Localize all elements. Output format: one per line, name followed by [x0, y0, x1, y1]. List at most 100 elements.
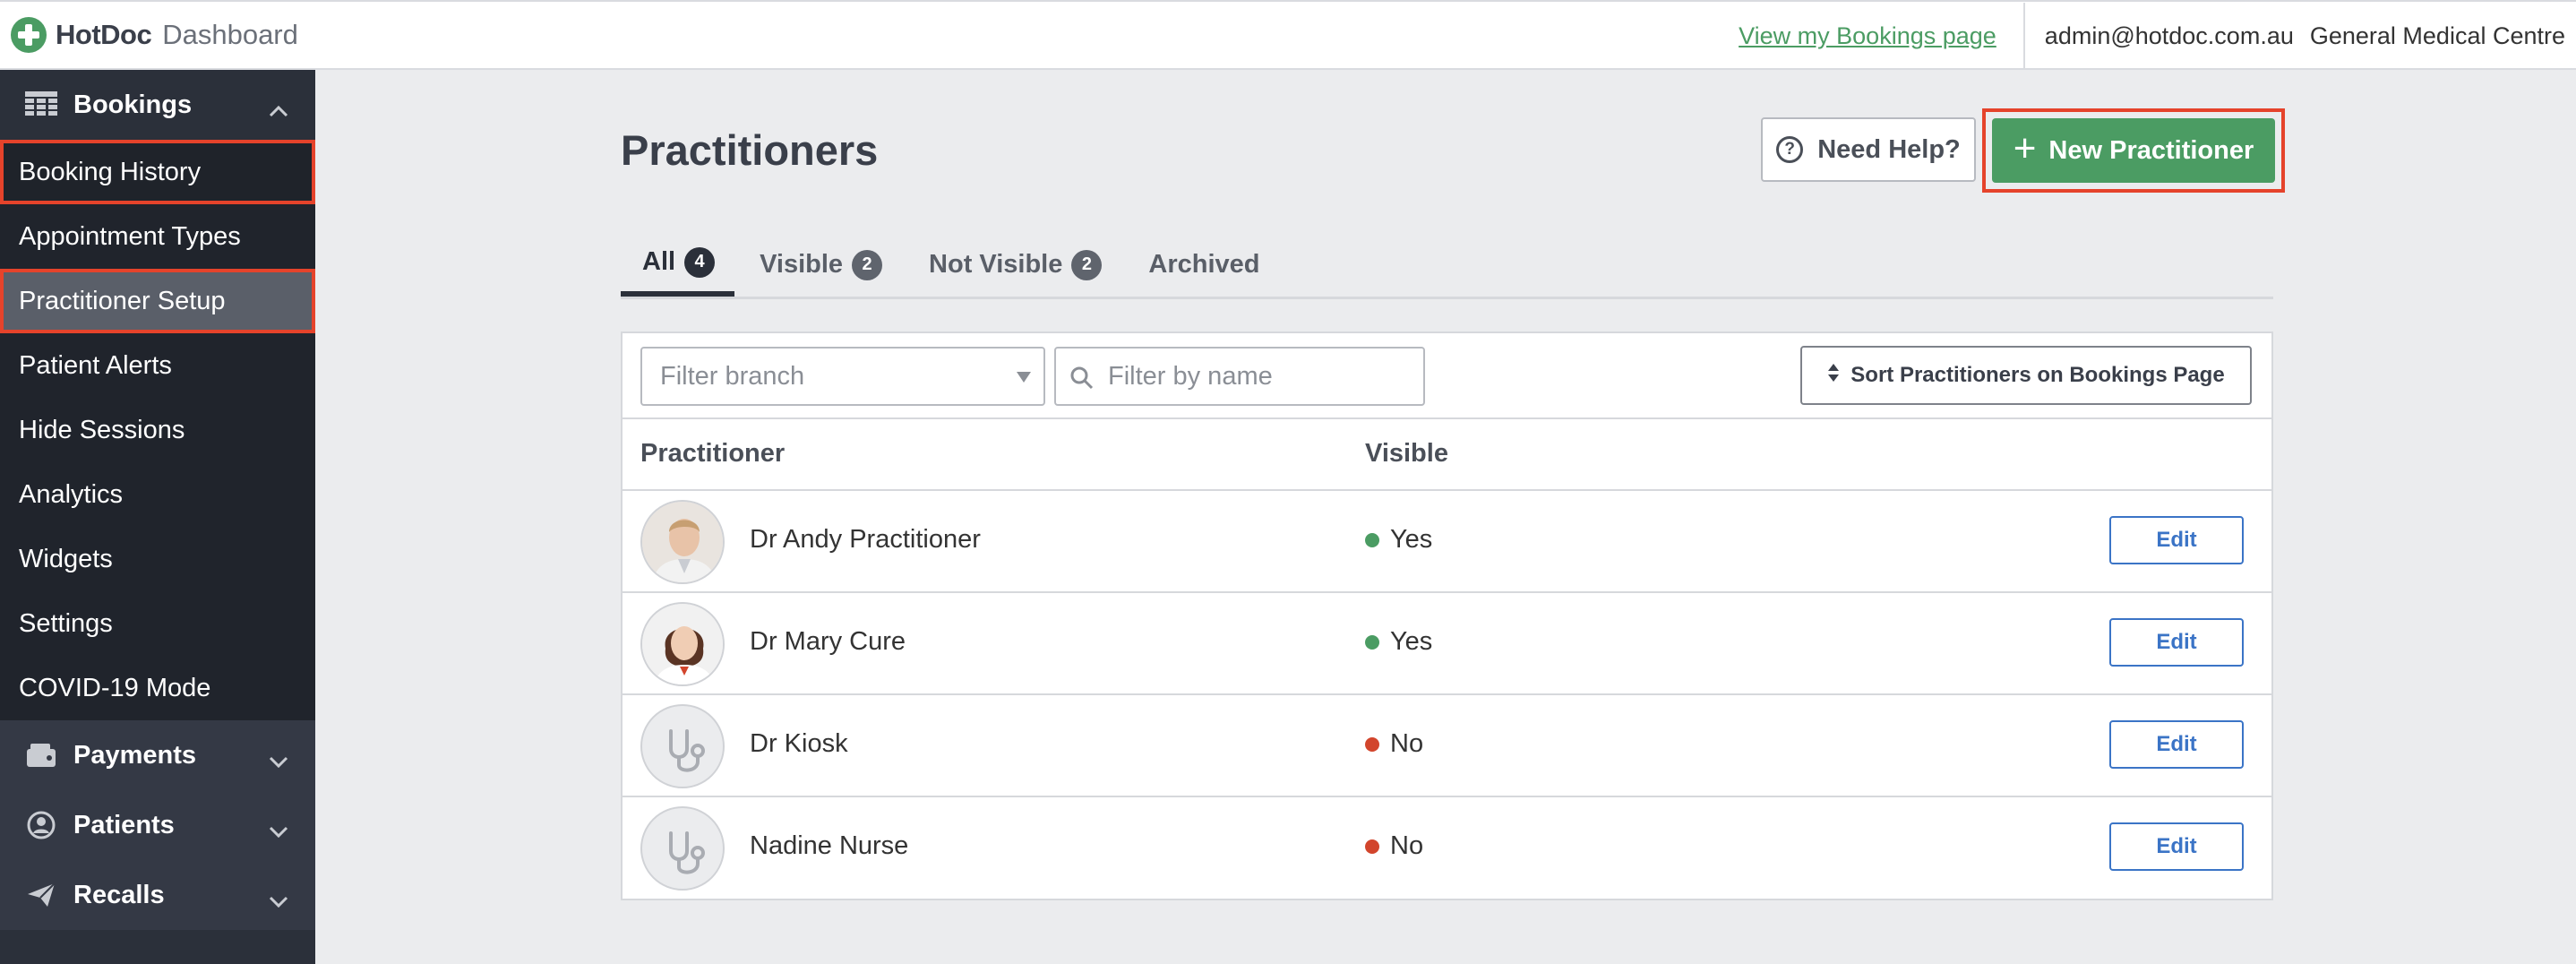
visibility-text: Yes: [1390, 627, 1433, 656]
sidebar-item-label: COVID-19 Mode: [19, 673, 211, 702]
name-filter-placeholder: Filter by name: [1108, 361, 1273, 391]
column-header-visible: Visible: [1365, 439, 1448, 468]
visibility-status: Yes: [1365, 525, 1432, 555]
practitioner-name[interactable]: Dr Andy Practitioner: [750, 525, 981, 555]
sidebar-group-label: Payments: [73, 740, 197, 770]
count-badge: 4: [684, 246, 716, 278]
count-badge: 2: [852, 249, 883, 280]
sidebar-item-covid-mode[interactable]: COVID-19 Mode: [0, 656, 315, 720]
sidebar-item-label: Hide Sessions: [19, 415, 185, 444]
view-bookings-link[interactable]: View my Bookings page: [1739, 22, 1996, 50]
wallet-icon: [23, 740, 59, 770]
visibility-text: No: [1390, 831, 1424, 860]
bookings-submenu: Booking History Appointment Types Practi…: [0, 140, 315, 720]
need-help-button[interactable]: ? Need Help?: [1761, 117, 1976, 182]
sort-button-label: Sort Practitioners on Bookings Page: [1850, 363, 2225, 387]
branch-filter-select[interactable]: Filter branch: [640, 347, 1045, 406]
visibility-text: No: [1390, 729, 1424, 758]
status-dot-red: [1365, 736, 1379, 752]
search-icon: [1070, 366, 1094, 397]
tab-not-visible[interactable]: Not Visible 2: [907, 233, 1123, 297]
tab-all[interactable]: All 4: [621, 233, 735, 297]
practitioner-name[interactable]: Dr Kiosk: [750, 729, 848, 759]
visibility-status: No: [1365, 831, 1423, 861]
sidebar-item-appointment-types[interactable]: Appointment Types: [0, 204, 315, 269]
need-help-label: Need Help?: [1817, 134, 1961, 164]
sidebar-group-payments[interactable]: Payments: [0, 720, 315, 790]
sort-practitioners-button[interactable]: Sort Practitioners on Bookings Page: [1800, 346, 2252, 405]
stethoscope-icon: [640, 806, 725, 891]
tab-label: Archived: [1148, 250, 1260, 279]
sidebar-item-label: Widgets: [19, 544, 113, 573]
table-row: Dr Kiosk No Edit: [623, 695, 2271, 797]
status-dot-green: [1365, 634, 1379, 650]
sidebar-group-bookings[interactable]: Bookings: [0, 70, 315, 140]
practitioner-name[interactable]: Nadine Nurse: [750, 831, 908, 861]
sidebar-item-analytics[interactable]: Analytics: [0, 462, 315, 527]
caret-down-icon: [1017, 372, 1031, 383]
sidebar-item-widgets[interactable]: Widgets: [0, 527, 315, 591]
divider: [2022, 3, 2025, 69]
visibility-text: Yes: [1390, 525, 1433, 554]
sidebar-item-practitioner-setup[interactable]: Practitioner Setup: [0, 269, 315, 333]
new-practitioner-button[interactable]: + New Practitioner: [1992, 118, 2275, 183]
practitioner-name[interactable]: Dr Mary Cure: [750, 627, 906, 657]
chevron-down-icon: [269, 815, 288, 845]
branch-filter-placeholder: Filter branch: [660, 361, 805, 391]
clinic-name[interactable]: General Medical Centre: [2310, 22, 2565, 50]
chevron-down-icon: [269, 885, 288, 915]
new-practitioner-highlight: + New Practitioner: [1982, 108, 2285, 193]
sidebar-group-label: Patients: [73, 810, 175, 839]
table-header: Practitioner Visible: [623, 419, 2271, 491]
chevron-down-icon: [269, 745, 288, 775]
chevron-up-icon: [269, 95, 288, 125]
sidebar-item-label: Booking History: [19, 157, 202, 186]
user-email[interactable]: admin@hotdoc.com.au: [2045, 22, 2294, 50]
avatar-female-photo: [640, 602, 725, 686]
tab-archived[interactable]: Archived: [1127, 233, 1281, 297]
sidebar-group-patients[interactable]: Patients: [0, 790, 315, 860]
question-icon: ?: [1776, 136, 1804, 163]
sidebar-group-label: Recalls: [73, 880, 165, 909]
visibility-status: No: [1365, 729, 1423, 759]
sidebar-item-booking-history[interactable]: Booking History: [0, 140, 315, 204]
status-dot-red: [1365, 839, 1379, 854]
edit-button[interactable]: Edit: [2109, 720, 2244, 769]
sidebar-item-label: Practitioner Setup: [19, 286, 226, 315]
sidebar-item-label: Patient Alerts: [19, 350, 172, 380]
tab-label: All: [642, 247, 676, 276]
sidebar-item-patient-alerts[interactable]: Patient Alerts: [0, 333, 315, 398]
new-practitioner-label: New Practitioner: [2048, 135, 2254, 165]
sidebar-group-label: Bookings: [73, 90, 193, 119]
sidebar-group-recalls[interactable]: Recalls: [0, 860, 315, 930]
sidebar-item-hide-sessions[interactable]: Hide Sessions: [0, 398, 315, 462]
sidebar-item-label: Settings: [19, 608, 113, 638]
sidebar-item-label: Analytics: [19, 479, 124, 509]
sidebar-item-settings[interactable]: Settings: [0, 591, 315, 656]
filter-row: Filter branch Filter by name Sort Practi…: [623, 333, 2271, 419]
status-dot-green: [1365, 532, 1379, 547]
practitioners-panel: Filter branch Filter by name Sort Practi…: [621, 331, 2273, 900]
avatar-male-photo: [640, 500, 725, 584]
top-bar: HotDoc Dashboard View my Bookings page a…: [0, 0, 2576, 70]
table-grid-icon: [23, 90, 59, 120]
tab-label: Visible: [760, 250, 844, 279]
brand-name: HotDoc: [56, 19, 152, 50]
hotdoc-logo-icon: [11, 17, 47, 53]
sidebar: Bookings Booking History Appointment Typ…: [0, 70, 315, 964]
table-row: Nadine Nurse No Edit: [623, 797, 2271, 899]
visibility-status: Yes: [1365, 627, 1432, 657]
plus-icon: +: [2013, 126, 2037, 170]
page-title: Practitioners: [621, 126, 879, 174]
tab-visible[interactable]: Visible 2: [738, 233, 904, 297]
sort-icon: [1827, 363, 1840, 389]
edit-button[interactable]: Edit: [2109, 516, 2244, 564]
tab-label: Not Visible: [929, 250, 1063, 279]
edit-button[interactable]: Edit: [2109, 618, 2244, 667]
practitioner-tabs: All 4 Visible 2 Not Visible 2 Archived: [621, 233, 2273, 299]
brand[interactable]: HotDoc Dashboard: [0, 2, 298, 68]
name-filter-input[interactable]: Filter by name: [1054, 347, 1425, 406]
column-header-practitioner: Practitioner: [640, 439, 786, 468]
edit-button[interactable]: Edit: [2109, 822, 2244, 871]
user-circle-icon: [23, 810, 59, 840]
